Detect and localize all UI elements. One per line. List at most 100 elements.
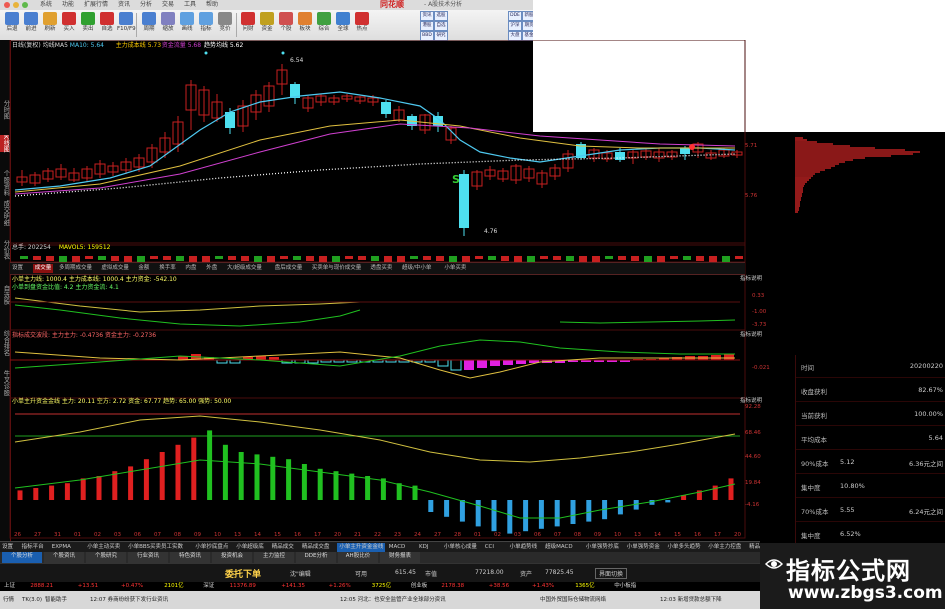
quick-button-6[interactable]: DDE (508, 11, 522, 21)
volume-bar (98, 256, 106, 260)
indicator-tab-6[interactable]: 内盘 (185, 264, 196, 273)
bottom-tab-12[interactable]: 小单核心成量 (444, 543, 477, 552)
info-row: 集中度 10.80% (796, 475, 945, 498)
indicator-tab-5[interactable]: 换手率 (159, 264, 176, 273)
category-tab-4[interactable]: 特色资讯 (170, 552, 210, 563)
toolbar-button-2[interactable]: 刷新 (41, 12, 59, 34)
bottom-tab-6[interactable]: 小单超级底 (236, 543, 264, 552)
toolbar-button-16[interactable]: 综合 (315, 12, 333, 34)
quick-button-7[interactable]: 沪深 (508, 21, 522, 31)
menu-analysis[interactable]: 分析 (140, 0, 152, 10)
volume-bar (631, 256, 639, 261)
axis-label: -0.021 (752, 365, 770, 371)
bottom-tab-11[interactable]: KDJ (419, 543, 428, 552)
info-key: 70%成本 (801, 508, 829, 516)
indicator-tab-10[interactable]: 买卖单与现价成交量 (312, 264, 362, 273)
toolbar-button-12[interactable]: 问财 (239, 12, 257, 34)
indicator-tab-7[interactable]: 外盘 (206, 264, 217, 273)
toolbar-button-15[interactable]: 板块 (296, 12, 314, 34)
category-tab-3[interactable]: 行业资讯 (128, 552, 168, 563)
quick-button-3[interactable]: 选股 (434, 11, 448, 21)
toolbar-button-0[interactable]: 后退 (3, 12, 21, 34)
bottom-tab-3[interactable]: 小单主动买卖 (87, 543, 120, 552)
indicator-tab-3[interactable]: 虚拟成交量 (101, 264, 129, 273)
bottom-tab-7[interactable]: 精品成交 (272, 543, 294, 552)
category-tab-5[interactable]: 投资机会 (212, 552, 252, 563)
toolbar-button-13[interactable]: 资金 (258, 12, 276, 34)
bottom-tab-9[interactable]: 小单主升资金金线 (337, 543, 386, 552)
indicator-tab-4[interactable]: 金额 (138, 264, 149, 273)
date-tick: 01 (74, 532, 81, 538)
category-tab-6[interactable]: 主力监控 (254, 552, 294, 563)
close-window-button[interactable] (4, 2, 10, 8)
bottom-tab-10[interactable]: MACD (389, 543, 406, 552)
toolbar-button-5[interactable]: 自选 (98, 12, 116, 34)
volume-bar (371, 256, 379, 261)
toolbar-button-11[interactable]: 竞价 (216, 12, 234, 34)
menu-news[interactable]: 资讯 (118, 0, 130, 10)
toolbar-button-14[interactable]: 个股 (277, 12, 295, 34)
menu-trade[interactable]: 交易 (162, 0, 174, 10)
indicator-tab-11[interactable]: 透盘买卖 (370, 264, 392, 273)
indicator-tab-1[interactable]: 成交量 (32, 264, 54, 273)
toolbar-button-18[interactable]: 热点 (353, 12, 371, 34)
category-tab-7[interactable]: DDE分析 (296, 552, 336, 563)
menu-system[interactable]: 系统 (40, 0, 52, 10)
toolbar-button-6[interactable]: F10/F9 (117, 12, 136, 34)
toolbar-button-17[interactable]: 全球 (334, 12, 352, 34)
info-value: 5.64 (928, 434, 943, 442)
menu-help[interactable]: 帮助 (206, 0, 218, 10)
order-panel: 委托下单 沈"编辑 可用 615.45 市值 77218.00 资产 77825… (0, 563, 760, 583)
toolbar-button-4[interactable]: 卖出 (79, 12, 97, 34)
indicator-tab-13[interactable]: 小单买卖 (444, 264, 466, 273)
bottom-tab-2[interactable]: EXPMA (52, 543, 71, 552)
bottom-tab-0[interactable]: 设置 (2, 543, 13, 552)
status-item-2: 智能助手 (45, 597, 68, 603)
quick-button-0[interactable]: 资讯 (420, 11, 434, 21)
toolbar-button-3[interactable]: 买入 (60, 12, 78, 34)
bottom-tab-18[interactable]: 小单多头趋势 (668, 543, 701, 552)
star-icon (100, 12, 114, 25)
category-tab-2[interactable]: 个股研究 (86, 552, 126, 563)
indicator-tab-2[interactable]: 多周期成交量 (59, 264, 92, 273)
main-header-item-3: 主力成本线 5.73 (115, 42, 162, 49)
toolbar-button-10[interactable]: 指标 (197, 12, 215, 34)
quick-button-4[interactable]: 自选 (434, 21, 448, 31)
bottom-tab-15[interactable]: 超级MACD (545, 543, 573, 552)
bottom-tab-13[interactable]: CCI (485, 543, 494, 552)
indicator-tab-8[interactable]: 大/超级成交量 (227, 264, 262, 273)
bottom-tab-4[interactable]: 小单BBS买卖员工实数 (128, 543, 183, 552)
panel2-line-green (14, 339, 735, 369)
menu-extended[interactable]: 扩展行情 (84, 0, 108, 10)
date-tick: 17 (314, 532, 321, 538)
menu-tools[interactable]: 工具 (184, 0, 196, 10)
bottom-tab-17[interactable]: 小单强势资金 (627, 543, 660, 552)
toolbar-button-9[interactable]: 画线 (178, 12, 196, 34)
category-tab-9[interactable]: 财务报表 (380, 552, 420, 563)
bottom-tab-8[interactable]: 精品成交盘 (302, 543, 330, 552)
zoom-window-button[interactable] (22, 2, 28, 8)
indicator-tab-9[interactable]: 盘后成交量 (275, 264, 303, 273)
bottom-tab-14[interactable]: 小单趋势线 (510, 543, 538, 552)
switch-interface-button[interactable]: 界面切换 (595, 568, 628, 579)
volume-bar (436, 256, 444, 261)
bottom-tab-1[interactable]: 指标平台 (22, 543, 44, 552)
menu-function[interactable]: 功能 (62, 0, 74, 10)
indicator-tab-0[interactable]: 设置 (12, 264, 23, 273)
toolbar-button-8[interactable]: 缩放 (159, 12, 177, 34)
order-available-label: 可用 (355, 571, 368, 578)
minimize-window-button[interactable] (13, 2, 19, 8)
toolbar-button-1[interactable]: 前进 (22, 12, 40, 34)
bottom-tab-16[interactable]: 小单强势抄底 (586, 543, 619, 552)
category-tab-1[interactable]: 个股资讯 (44, 552, 84, 563)
quick-button-1[interactable]: 港股 (420, 21, 434, 31)
indicator-tab-12[interactable]: 超级/中小单 (402, 264, 431, 273)
category-tab-8[interactable]: AH股比价 (338, 552, 378, 563)
order-title[interactable]: 委托下单 (225, 567, 261, 580)
candle-body-down (381, 102, 391, 114)
toolbar-separator (236, 13, 237, 37)
category-tab-0[interactable]: 个股分析 (2, 552, 42, 563)
toolbar-button-7[interactable]: 周期 (140, 12, 158, 34)
bottom-tab-5[interactable]: 小单抄底盘点 (195, 543, 228, 552)
bottom-tab-19[interactable]: 小单主力控盘 (708, 543, 741, 552)
